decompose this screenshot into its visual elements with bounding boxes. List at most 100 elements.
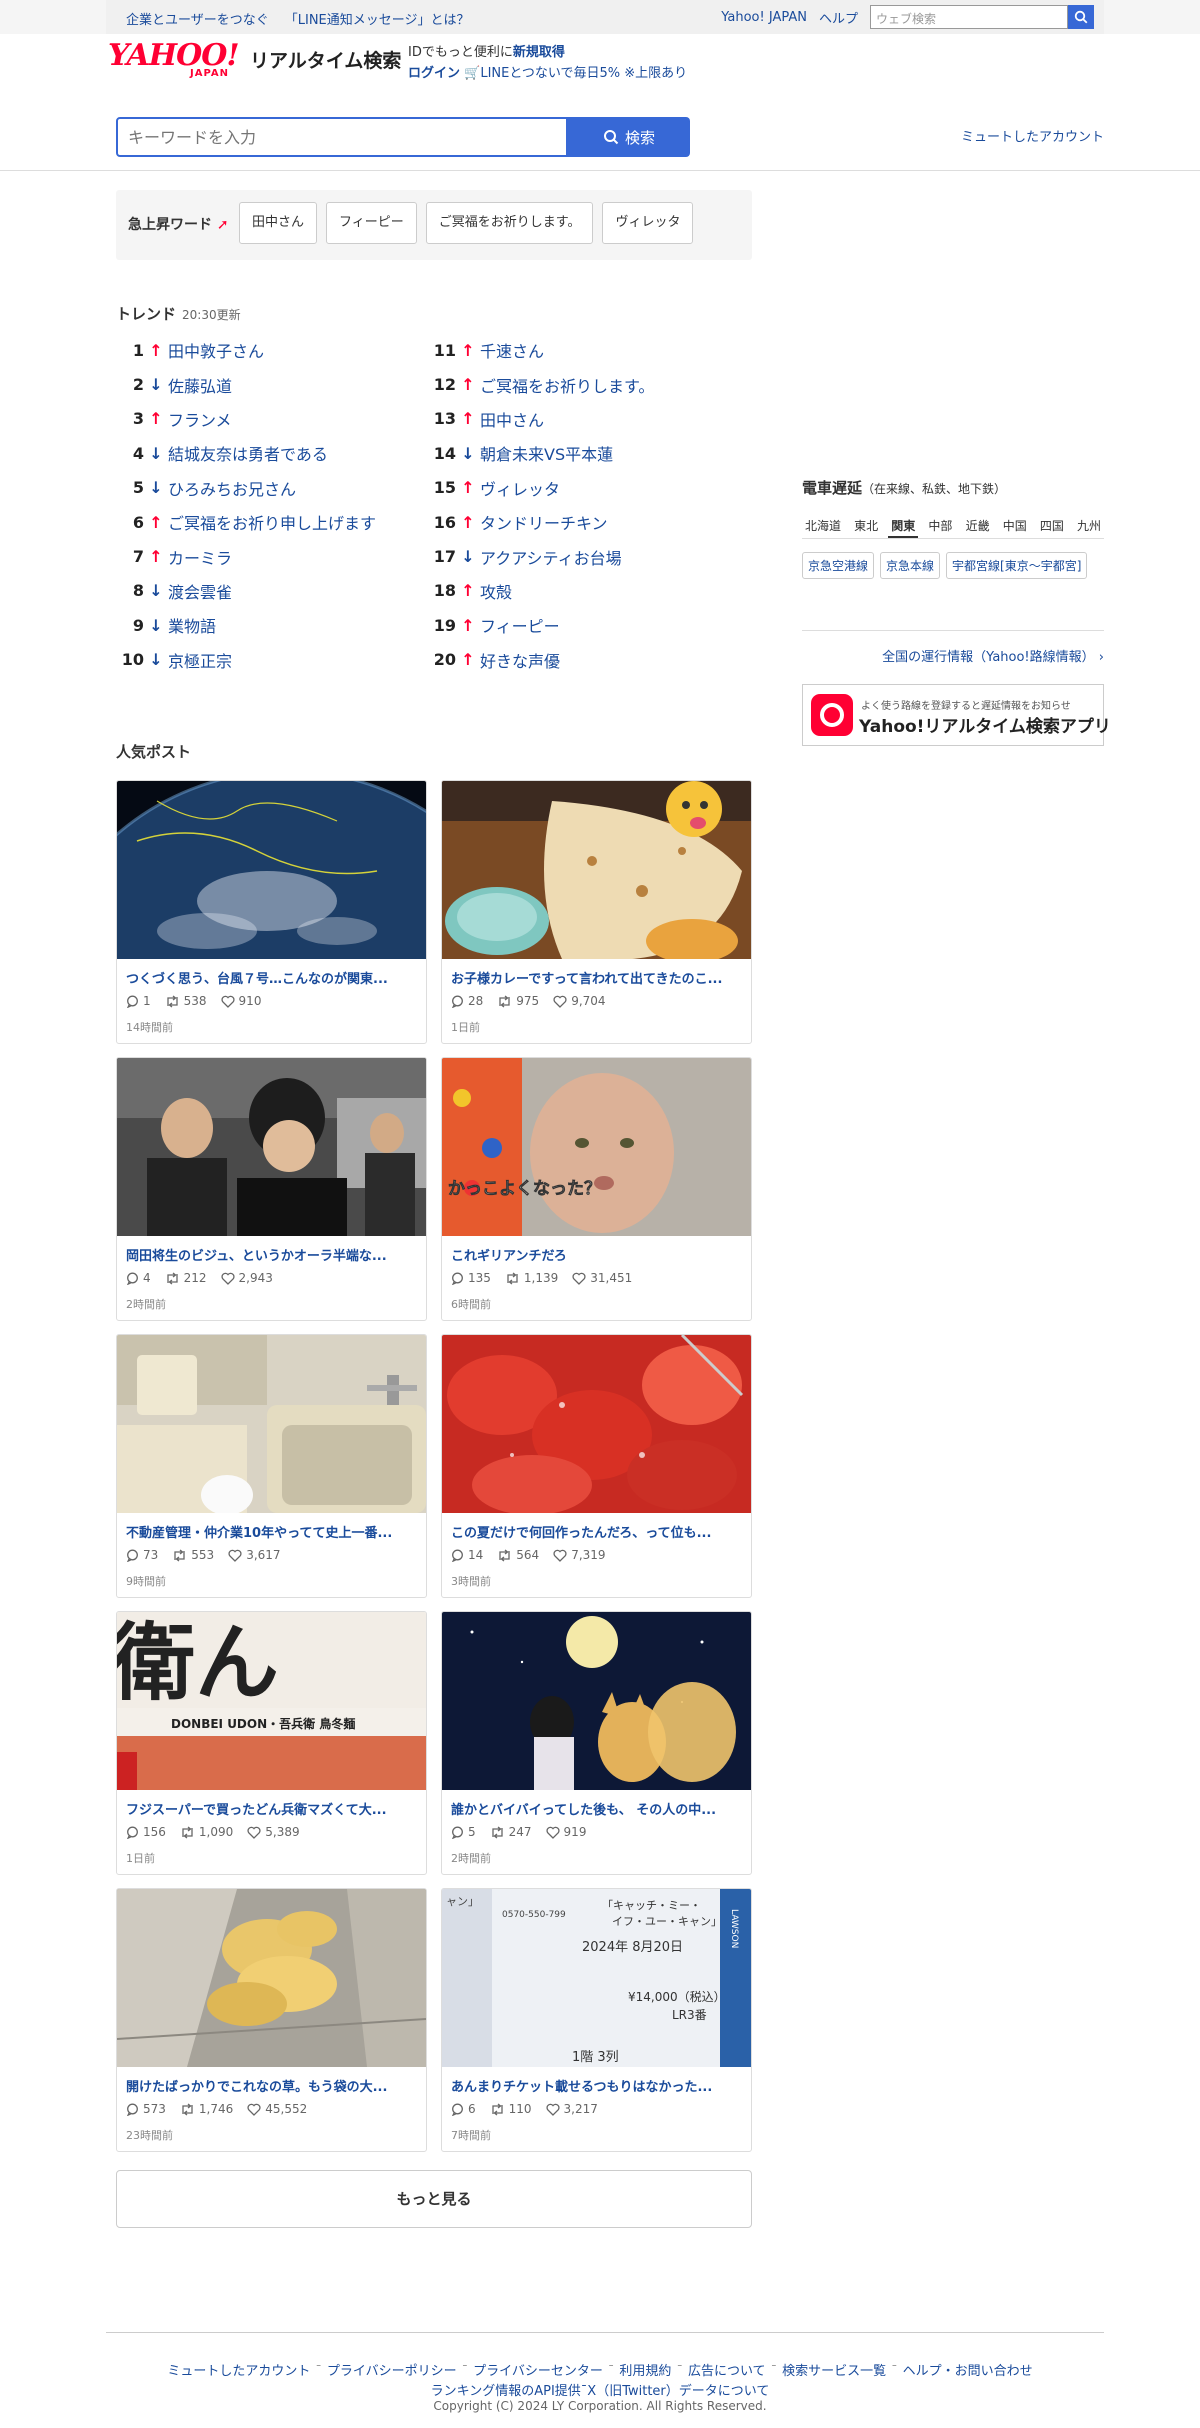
like-stat[interactable]: 919 (546, 1825, 586, 1839)
post-card[interactable]: 誰かとバイバイってした後も、 その人の中... 5 247 919 2時間前 (441, 1611, 752, 1875)
trend-word[interactable]: 千速さん (480, 338, 544, 362)
trend-item[interactable]: 5 ↓ ひろみちお兄さん (116, 471, 376, 505)
trend-word[interactable]: タンドリーチキン (480, 510, 608, 534)
like-stat[interactable]: 3,617 (228, 1548, 281, 1562)
like-stat[interactable]: 910 (221, 994, 261, 1008)
app-banner[interactable]: よく使う路線を登録すると遅延情報をお知らせ Yahoo!リアルタイム検索アプリ (802, 684, 1111, 746)
repost-stat[interactable]: 247 (490, 1825, 532, 1839)
post-text[interactable]: 誰かとバイバイってした後も、 その人の中... (451, 1799, 743, 1818)
trend-item[interactable]: 17 ↓ アクアシティお台場 (428, 539, 654, 573)
repost-stat[interactable]: 553 (172, 1548, 214, 1562)
x-data-link[interactable]: X（旧Twitter）データについて (587, 2384, 769, 2399)
delayed-line[interactable]: 京急本線 (880, 552, 941, 579)
trend-item[interactable]: 15 ↑ ヴィレッタ (428, 471, 654, 505)
signup-link[interactable]: 新規取得 (513, 45, 565, 60)
reply-stat[interactable]: 135 (451, 1271, 491, 1285)
trend-item[interactable]: 20 ↑ 好きな声優 (428, 643, 654, 677)
trend-word[interactable]: 田中さん (480, 407, 544, 431)
trend-item[interactable]: 3 ↑ フランメ (116, 402, 376, 436)
trend-word[interactable]: フィーピー (480, 613, 560, 637)
reply-stat[interactable]: 6 (451, 2102, 476, 2116)
delayed-line[interactable]: 宇都宮線[東京〜宇都宮] (946, 552, 1088, 579)
trend-item[interactable]: 4 ↓ 結城友奈は勇者である (116, 436, 376, 470)
line-notice-text-2[interactable]: 「LINE通知メッセージ」とは？ (285, 13, 470, 28)
web-search-input[interactable]: ウェブ検索 (870, 5, 1068, 29)
post-text[interactable]: あんまりチケット載せるつもりはなかった... (451, 2076, 743, 2095)
national-train-info-link[interactable]: 全国の運行情報（Yahoo!路線情報） › (882, 646, 1104, 665)
like-stat[interactable]: 31,451 (572, 1271, 632, 1285)
region-tab[interactable]: 中部 (925, 513, 955, 538)
post-card[interactable]: ャン」 0570-550-799 「キャッチ・ミー・ イフ・ユー・キャン」 20… (441, 1888, 752, 2152)
trend-word[interactable]: 業物語 (168, 613, 216, 637)
post-card[interactable]: この夏だけで何回作ったんだろ、って位も... 14 564 7,319 3時間前 (441, 1334, 752, 1598)
trend-word[interactable]: 朝倉未来VS平本蓮 (480, 441, 613, 465)
login-link[interactable]: ログイン (408, 66, 460, 81)
region-tab[interactable]: 近畿 (963, 513, 993, 538)
trend-item[interactable]: 10 ↓ 京極正宗 (116, 643, 376, 677)
region-tab[interactable]: 東北 (851, 513, 881, 538)
trend-item[interactable]: 8 ↓ 渡会雲雀 (116, 574, 376, 608)
site-logo[interactable]: YAHOO! JAPAN リアルタイム検索 (108, 40, 401, 80)
trend-item[interactable]: 7 ↑ カーミラ (116, 539, 376, 573)
repost-stat[interactable]: 538 (165, 994, 207, 1008)
trend-word[interactable]: フランメ (168, 407, 232, 431)
post-image[interactable] (117, 1889, 426, 2067)
post-image[interactable] (117, 781, 426, 959)
trend-item[interactable]: 16 ↑ タンドリーチキン (428, 505, 654, 539)
repost-stat[interactable]: 1,139 (505, 1271, 558, 1285)
trend-word[interactable]: 田中敦子さん (168, 338, 264, 362)
post-image[interactable] (442, 1335, 751, 1513)
trend-item[interactable]: 13 ↑ 田中さん (428, 402, 654, 436)
trend-word[interactable]: 京極正宗 (168, 648, 232, 672)
post-image[interactable] (117, 1058, 426, 1236)
rising-chip[interactable]: ヴィレッタ (602, 202, 694, 244)
post-image[interactable] (442, 781, 751, 959)
post-image[interactable] (442, 1612, 751, 1790)
like-stat[interactable]: 7,319 (553, 1548, 606, 1562)
trend-word[interactable]: 好きな声優 (480, 648, 560, 672)
reply-stat[interactable]: 1 (126, 994, 151, 1008)
rising-chip[interactable]: 田中さん (239, 202, 318, 244)
reply-stat[interactable]: 4 (126, 1271, 151, 1285)
footer-link[interactable]: 広告について (688, 2364, 766, 2379)
help-link[interactable]: ヘルプ (819, 8, 858, 27)
trend-item[interactable]: 14 ↓ 朝倉未来VS平本蓮 (428, 436, 654, 470)
trend-item[interactable]: 19 ↑ フィーピー (428, 608, 654, 642)
repost-stat[interactable]: 1,090 (180, 1825, 233, 1839)
trend-word[interactable]: ひろみちお兄さん (168, 476, 296, 500)
search-button[interactable]: 検索 (568, 117, 690, 157)
post-text[interactable]: フジスーパーで買ったどん兵衛マズくて大... (126, 1799, 418, 1818)
search-box[interactable] (116, 117, 568, 157)
post-text[interactable]: この夏だけで何回作ったんだろ、って位も... (451, 1522, 743, 1541)
footer-link[interactable]: 検索サービス一覧 (782, 2364, 886, 2379)
api-link[interactable]: ランキング情報のAPI提供 (431, 2384, 581, 2399)
footer-link[interactable]: プライバシーセンター (473, 2364, 603, 2379)
trend-word[interactable]: ご冥福をお祈り申し上げます (168, 510, 376, 534)
post-card[interactable]: 岡田将生のビジュ、というかオーラ半端な... 4 212 2,943 2時間前 (116, 1057, 427, 1321)
trend-word[interactable]: カーミラ (168, 545, 232, 569)
post-card[interactable]: 衛ん DONBEI UDON・吾兵衛 鳥冬麺 フジスーパーで買ったどん兵衛マズく… (116, 1611, 427, 1875)
footer-link[interactable]: 利用規約 (619, 2364, 671, 2379)
delayed-line[interactable]: 京急空港線 (802, 552, 875, 579)
reply-stat[interactable]: 573 (126, 2102, 166, 2116)
line-promo-link[interactable]: LINEとつないで毎日5% ※上限あり (480, 66, 687, 81)
region-tab[interactable]: 関東 (888, 513, 919, 538)
web-search-button[interactable] (1068, 5, 1094, 29)
like-stat[interactable]: 2,943 (221, 1271, 273, 1285)
reply-stat[interactable]: 156 (126, 1825, 166, 1839)
reply-stat[interactable]: 14 (451, 1548, 483, 1562)
line-notice-text-1[interactable]: 企業とユーザーをつなぐ (126, 13, 269, 28)
trend-item[interactable]: 6 ↑ ご冥福をお祈り申し上げます (116, 505, 376, 539)
repost-stat[interactable]: 975 (497, 994, 539, 1008)
trend-item[interactable]: 12 ↑ ご冥福をお祈りします。 (428, 367, 655, 401)
region-tab[interactable]: 九州 (1074, 513, 1104, 538)
trend-word[interactable]: 結城友奈は勇者である (168, 441, 328, 465)
trend-word[interactable]: ヴィレッタ (480, 476, 560, 500)
region-tab[interactable]: 北海道 (802, 513, 844, 538)
trend-item[interactable]: 18 ↑ 攻殻 (428, 574, 654, 608)
trend-word[interactable]: 佐藤弘道 (168, 373, 232, 397)
trend-word[interactable]: ご冥福をお祈りします。 (480, 373, 654, 397)
trend-item[interactable]: 11 ↑ 千速さん (428, 333, 654, 367)
reply-stat[interactable]: 28 (451, 994, 483, 1008)
repost-stat[interactable]: 212 (165, 1271, 207, 1285)
